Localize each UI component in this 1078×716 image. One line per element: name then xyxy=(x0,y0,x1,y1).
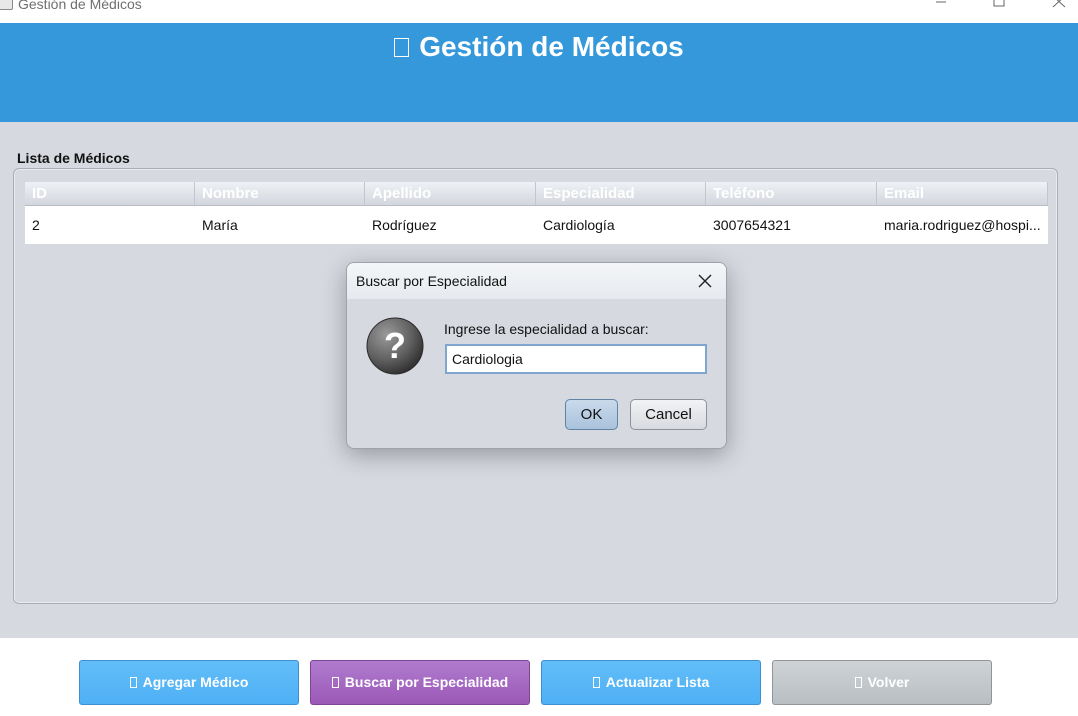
app-icon xyxy=(0,0,13,10)
table-row[interactable]: 2 María Rodríguez Cardiología 3007654321… xyxy=(25,206,1048,244)
close-icon[interactable] xyxy=(696,272,714,290)
column-header-apellido[interactable]: Apellido xyxy=(365,182,536,205)
dialog-titlebar[interactable]: Buscar por Especialidad xyxy=(347,263,726,299)
specialty-input[interactable] xyxy=(445,344,707,374)
cell-especialidad[interactable]: Cardiología xyxy=(536,206,706,244)
column-header-telefono[interactable]: Teléfono xyxy=(706,182,877,205)
page-title: Gestión de Médicos xyxy=(0,31,1078,63)
refresh-list-label: Actualizar Lista xyxy=(605,674,710,690)
search-dialog: Buscar por Especialidad ? Ingrese la esp… xyxy=(346,262,727,449)
dialog-prompt: Ingrese la especialidad a buscar: xyxy=(444,321,649,337)
title-glyph-icon xyxy=(394,38,410,57)
column-header-especialidad[interactable]: Especialidad xyxy=(536,182,706,205)
minimize-icon[interactable] xyxy=(918,0,964,16)
ok-button[interactable]: OK xyxy=(565,399,618,430)
cell-nombre[interactable]: María xyxy=(195,206,365,244)
column-header-email[interactable]: Email xyxy=(877,182,1048,205)
dialog-title: Buscar por Especialidad xyxy=(356,273,507,289)
window-titlebar: Gestión de Médicos xyxy=(0,0,1078,23)
cell-telefono[interactable]: 3007654321 xyxy=(706,206,877,244)
column-header-id[interactable]: ID xyxy=(25,182,195,205)
refresh-list-button[interactable]: Actualizar Lista xyxy=(541,660,761,705)
add-medico-button[interactable]: Agregar Médico xyxy=(79,660,299,705)
search-specialty-button[interactable]: Buscar por Especialidad xyxy=(310,660,530,705)
cancel-button[interactable]: Cancel xyxy=(630,399,707,430)
panel-label: Lista de Médicos xyxy=(17,150,130,166)
window-close-icon[interactable] xyxy=(1036,0,1078,16)
column-header-nombre[interactable]: Nombre xyxy=(195,182,365,205)
cell-email[interactable]: maria.rodriguez@hospi... xyxy=(877,206,1048,244)
question-icon: ? xyxy=(366,317,424,375)
back-glyph-icon xyxy=(854,677,862,688)
header-banner: Gestión de Médicos xyxy=(0,23,1078,122)
back-button[interactable]: Volver xyxy=(772,660,992,705)
window-title: Gestión de Médicos xyxy=(18,0,142,12)
refresh-glyph-icon xyxy=(592,677,600,688)
svg-text:?: ? xyxy=(384,325,406,366)
add-glyph-icon xyxy=(129,677,137,688)
back-label: Volver xyxy=(867,674,910,690)
table-header: ID Nombre Apellido Especialidad Teléfono… xyxy=(25,182,1048,206)
search-specialty-label: Buscar por Especialidad xyxy=(344,674,509,690)
search-glyph-icon xyxy=(331,677,339,688)
cell-id[interactable]: 2 xyxy=(25,206,195,244)
button-bar: Agregar Médico Buscar por Especialidad A… xyxy=(0,638,1078,716)
add-medico-label: Agregar Médico xyxy=(142,674,249,690)
medicos-table[interactable]: ID Nombre Apellido Especialidad Teléfono… xyxy=(25,182,1048,244)
maximize-icon[interactable] xyxy=(976,0,1022,16)
cell-apellido[interactable]: Rodríguez xyxy=(365,206,536,244)
page-title-text: Gestión de Médicos xyxy=(419,31,684,62)
